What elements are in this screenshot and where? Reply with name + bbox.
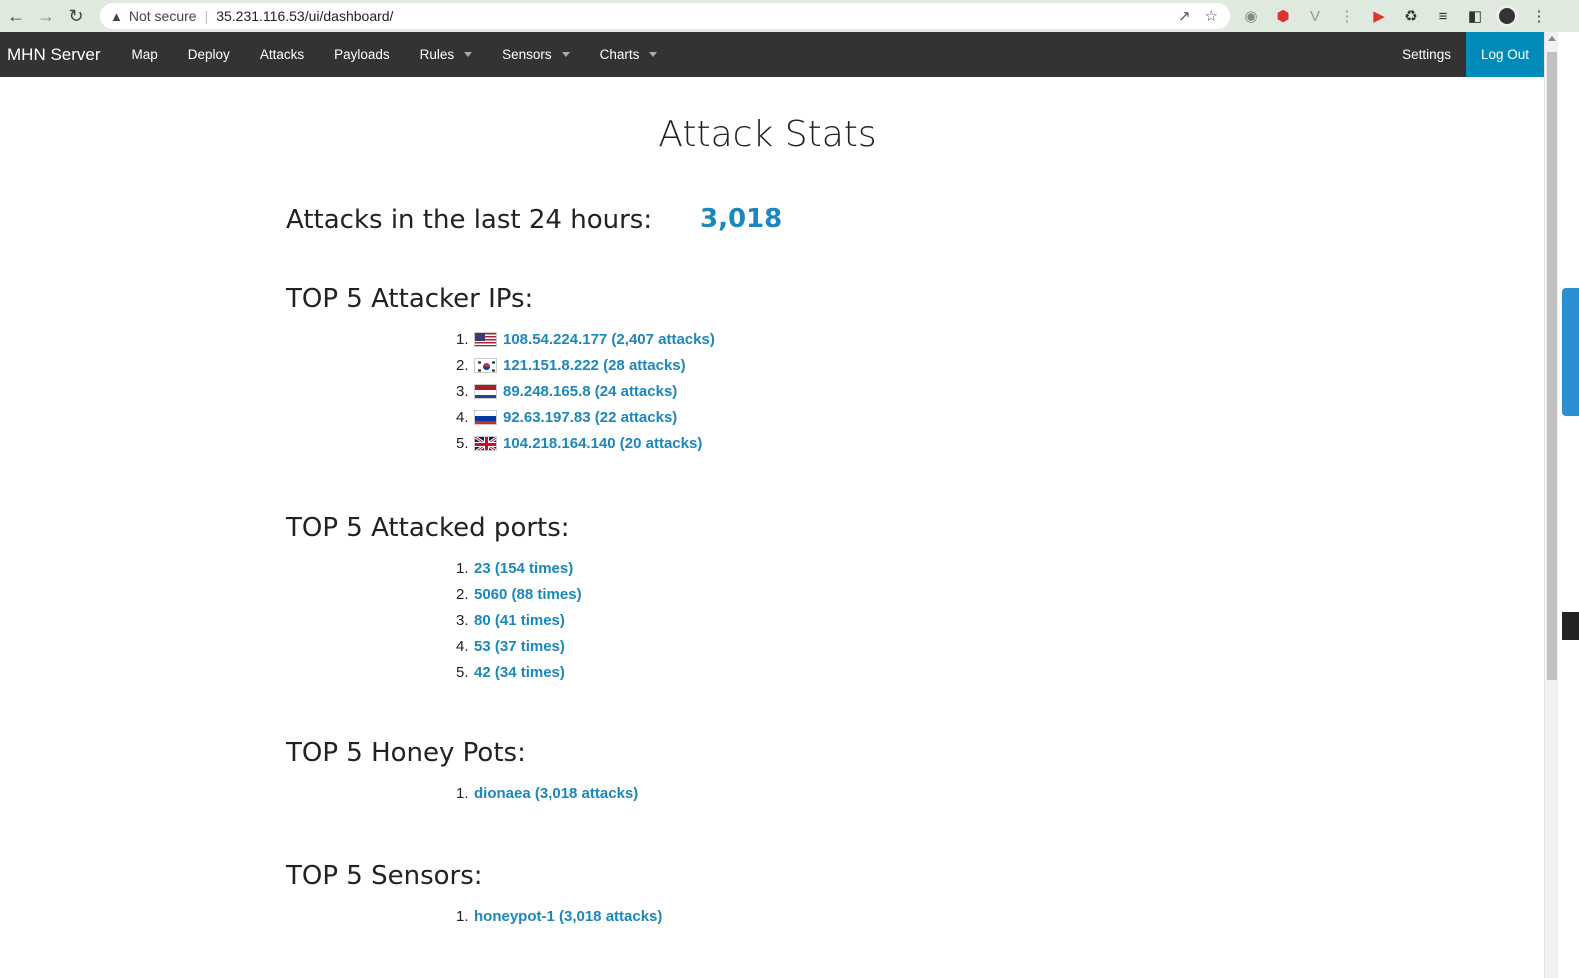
list-item: 5. 104.218.164.140 (20 attacks)	[456, 430, 715, 456]
port-link[interactable]: 53 (37 times)	[474, 638, 565, 655]
list-item: 1. honeypot-1 (3,018 attacks)	[456, 903, 662, 929]
ru-flag-icon	[474, 409, 497, 425]
reload-icon[interactable]: ↻	[62, 2, 90, 30]
ip-link[interactable]: 92.63.197.83 (22 attacks)	[503, 409, 677, 426]
kr-flag-icon	[474, 357, 497, 373]
nav-attacks[interactable]: Attacks	[245, 32, 319, 77]
nav-charts-dropdown[interactable]: Charts	[585, 32, 673, 77]
desktop-edge	[1558, 32, 1579, 978]
list-item: 2. 121.151.8.222 (28 attacks)	[456, 352, 715, 378]
nav-sensors-dropdown[interactable]: Sensors	[487, 32, 585, 77]
vue-extension-icon[interactable]: V	[1304, 5, 1326, 27]
list-item: 4. 53 (37 times)	[456, 633, 582, 659]
scroll-up-arrow-icon[interactable]	[1548, 36, 1556, 41]
list-number: 1.	[456, 784, 469, 802]
page-title: Attack Stats	[658, 114, 877, 155]
list-number: 1.	[456, 330, 469, 348]
top-ports-title: TOP 5 Attacked ports:	[286, 513, 570, 543]
nav-map[interactable]: Map	[117, 32, 173, 77]
kebab-menu-icon[interactable]: ⋮	[1528, 5, 1550, 27]
top-navbar: MHN Server Map Deploy Attacks Payloads R…	[0, 32, 1544, 77]
share-icon[interactable]: ↗	[1178, 7, 1191, 25]
ip-link[interactable]: 108.54.224.177 (2,407 attacks)	[503, 331, 715, 348]
top-sensors-list: 1. honeypot-1 (3,018 attacks)	[456, 903, 662, 929]
dashboard-content: Attack Stats Attacks in the last 24 hour…	[0, 77, 1544, 978]
nav-settings[interactable]: Settings	[1387, 32, 1466, 77]
not-secure-label: Not secure	[128, 8, 197, 24]
ip-link[interactable]: 104.218.164.140 (20 attacks)	[503, 435, 702, 452]
nav-rules-label: Rules	[419, 47, 455, 62]
list-number: 4.	[456, 637, 469, 655]
top-honeypots-list: 1. dionaea (3,018 attacks)	[456, 780, 638, 806]
list-number: 1.	[456, 559, 469, 577]
list-number: 1.	[456, 907, 469, 925]
gb-flag-icon	[474, 435, 497, 451]
forward-arrow-icon[interactable]: →	[32, 2, 60, 30]
nav-deploy[interactable]: Deploy	[173, 32, 245, 77]
list-item: 4. 92.63.197.83 (22 attacks)	[456, 404, 715, 430]
top-ports-list: 1. 23 (154 times) 2. 5060 (88 times) 3. 80 …	[456, 555, 582, 685]
attacks-24h-value: 3,018	[700, 204, 783, 234]
port-link[interactable]: 42 (34 times)	[474, 664, 565, 681]
browser-toolbar: ← → ↻ ▲ Not secure | 35.231.116.53/ui/da…	[0, 0, 1579, 32]
list-number: 2.	[456, 585, 469, 603]
side-dark-tab	[1562, 612, 1579, 640]
port-link[interactable]: 80 (41 times)	[474, 612, 565, 629]
profile-avatar-icon[interactable]	[1496, 5, 1518, 27]
list-item: 3. 89.248.165.8 (24 attacks)	[456, 378, 715, 404]
warning-triangle-icon: ▲	[110, 8, 123, 24]
nav-rules-dropdown[interactable]: Rules	[405, 32, 488, 77]
reading-list-icon[interactable]: ≡	[1432, 5, 1454, 27]
logout-button[interactable]: Log Out	[1465, 32, 1544, 77]
ip-link[interactable]: 89.248.165.8 (24 attacks)	[503, 383, 677, 400]
camera-extension-icon[interactable]: ◉	[1240, 5, 1262, 27]
us-flag-icon	[474, 331, 497, 347]
record-extension-icon[interactable]: ▶	[1368, 5, 1390, 27]
dots-extension-icon[interactable]: ⋮	[1336, 5, 1358, 27]
nav-payloads[interactable]: Payloads	[319, 32, 405, 77]
list-item: 1. dionaea (3,018 attacks)	[456, 780, 638, 806]
list-number: 3.	[456, 382, 469, 400]
list-item: 3. 80 (41 times)	[456, 607, 582, 633]
url-text[interactable]: 35.231.116.53/ui/dashboard/	[216, 8, 393, 24]
back-arrow-icon[interactable]: ←	[2, 2, 30, 30]
puzzle-extensions-icon[interactable]: ♻	[1400, 5, 1422, 27]
caret-down-icon	[464, 52, 473, 57]
list-number: 5.	[456, 434, 469, 452]
nav-charts-label: Charts	[599, 47, 640, 62]
sensor-link[interactable]: honeypot-1 (3,018 attacks)	[474, 908, 662, 925]
list-number: 4.	[456, 408, 469, 426]
adblock-extension-icon[interactable]: ⬢	[1272, 5, 1294, 27]
side-widget-tab[interactable]	[1562, 288, 1579, 416]
list-number: 3.	[456, 611, 469, 629]
list-item: 1. 108.54.224.177 (2,407 attacks)	[456, 326, 715, 352]
attacks-24h-label: Attacks in the last 24 hours:	[286, 205, 653, 235]
list-number: 2.	[456, 356, 469, 374]
top-ips-list: 1. 108.54.224.177 (2,407 attacks) 2. 121…	[456, 326, 715, 456]
port-link[interactable]: 5060 (88 times)	[474, 586, 582, 603]
list-item: 1. 23 (154 times)	[456, 555, 582, 581]
top-ips-title: TOP 5 Attacker IPs:	[286, 284, 534, 314]
side-panel-icon[interactable]: ◧	[1464, 5, 1486, 27]
address-separator: |	[204, 8, 209, 24]
address-bar[interactable]: ▲ Not secure | 35.231.116.53/ui/dashboar…	[100, 3, 1230, 29]
nav-sensors-label: Sensors	[502, 47, 552, 62]
list-item: 2. 5060 (88 times)	[456, 581, 582, 607]
honeypot-link[interactable]: dionaea (3,018 attacks)	[474, 785, 638, 802]
list-item: 5. 42 (34 times)	[456, 659, 582, 685]
top-honeypots-title: TOP 5 Honey Pots:	[286, 738, 526, 768]
caret-down-icon	[561, 52, 570, 57]
nl-flag-icon	[474, 383, 497, 399]
ip-link[interactable]: 121.151.8.222 (28 attacks)	[503, 357, 686, 374]
scrollbar-thumb[interactable]	[1547, 52, 1557, 680]
top-sensors-title: TOP 5 Sensors:	[286, 861, 483, 891]
brand-link[interactable]: MHN Server	[7, 45, 101, 65]
list-number: 5.	[456, 663, 469, 681]
caret-down-icon	[649, 52, 658, 57]
vertical-scrollbar[interactable]	[1544, 32, 1558, 978]
port-link[interactable]: 23 (154 times)	[474, 560, 573, 577]
bookmark-star-icon[interactable]: ☆	[1205, 7, 1218, 25]
